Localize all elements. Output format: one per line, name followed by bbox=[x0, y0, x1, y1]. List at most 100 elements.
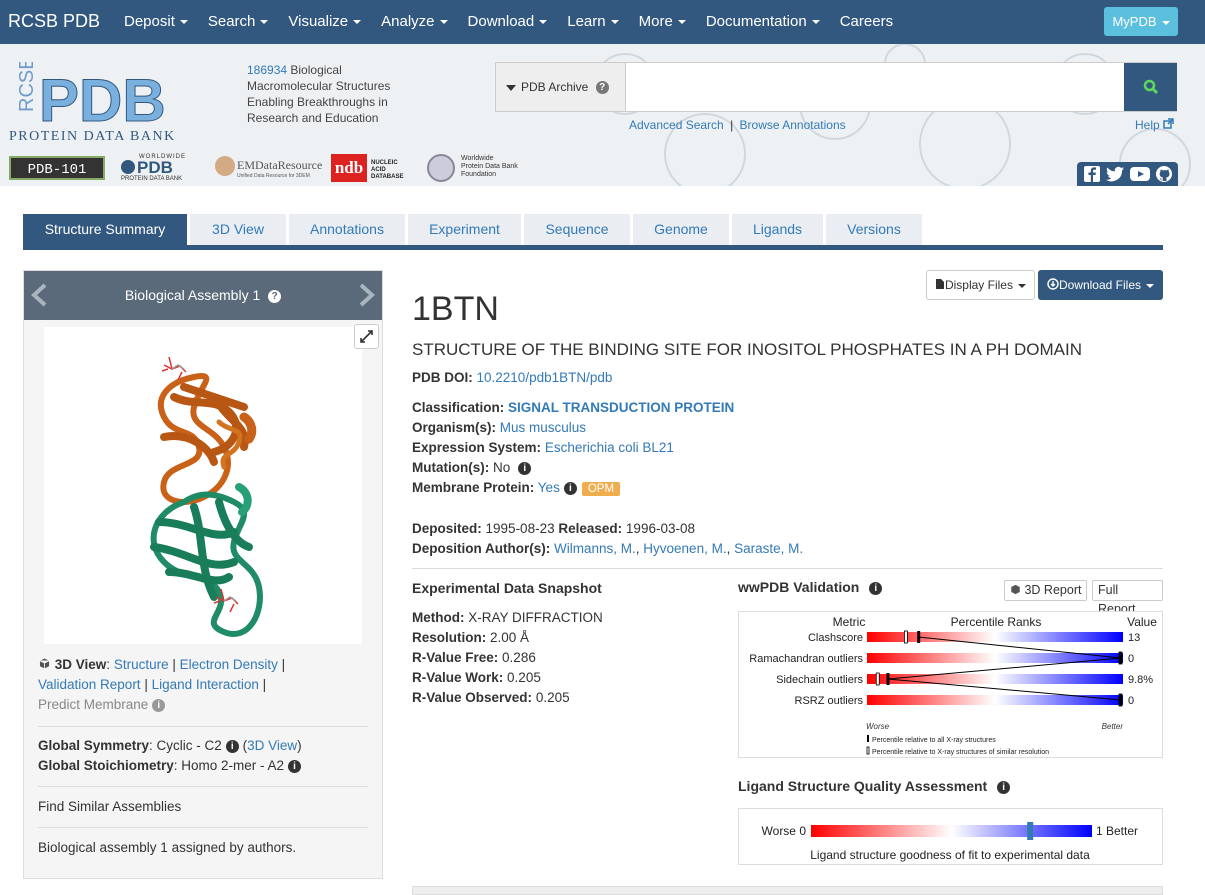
nav-deposit[interactable]: Deposit bbox=[114, 0, 198, 44]
info-icon[interactable]: i bbox=[288, 759, 302, 773]
metric-value: 9.8% bbox=[1128, 674, 1153, 686]
ligand-worse-label: Worse 0 bbox=[762, 824, 807, 838]
metric-name: RSRZ outliers bbox=[795, 695, 864, 707]
global-symmetry: Global Symmetry: Cyclic - C2 i (3D View) bbox=[38, 738, 302, 753]
metric-column-header: Metric bbox=[833, 615, 866, 629]
info-icon[interactable]: i bbox=[997, 780, 1011, 794]
nav-search[interactable]: Search bbox=[198, 0, 279, 44]
symmetry-3d-view-link[interactable]: 3D View bbox=[247, 738, 297, 753]
rwork-row: R-Value Work: 0.205 bbox=[412, 670, 541, 685]
advanced-search-link[interactable]: Advanced Search bbox=[629, 118, 724, 132]
help-link[interactable]: Help bbox=[1135, 118, 1174, 132]
divider bbox=[38, 786, 368, 787]
global-stoichiometry: Global Stoichiometry: Homo 2-mer - A2 i bbox=[38, 756, 302, 776]
nav-careers[interactable]: Careers bbox=[830, 0, 903, 44]
legend-similar-label: Percentile relative to X-ray structures … bbox=[872, 749, 1049, 756]
3d-report-button[interactable]: 3D Report bbox=[1004, 580, 1088, 601]
search-input[interactable] bbox=[627, 63, 1123, 111]
expression-system-link[interactable]: Escherichia coli BL21 bbox=[545, 440, 674, 455]
tab-versions[interactable]: Versions bbox=[826, 214, 922, 245]
assembly-note: Biological assembly 1 assigned by author… bbox=[38, 840, 297, 855]
search-scope-dropdown[interactable]: PDB Archive ? bbox=[496, 63, 626, 111]
info-icon[interactable]: i bbox=[225, 739, 239, 753]
method-row: Method: X-RAY DIFFRACTION bbox=[412, 610, 603, 625]
search-button[interactable] bbox=[1124, 63, 1177, 111]
tab-ligands[interactable]: Ligands bbox=[732, 214, 823, 245]
doi-link[interactable]: 10.2210/pdb1BTN/pdb bbox=[477, 370, 613, 385]
info-icon[interactable]: i bbox=[869, 581, 883, 595]
cube-icon bbox=[39, 657, 50, 670]
tab-structure-summary[interactable]: Structure Summary bbox=[23, 214, 187, 245]
wwpdb-validation: wwPDB Validation i 3D Report Full Report… bbox=[738, 579, 1163, 758]
pdb-logo[interactable]: RCSB PDB PROTEIN DATA BANK bbox=[9, 62, 239, 142]
classification-link[interactable]: SIGNAL TRANSDUCTION PROTEIN bbox=[508, 400, 734, 415]
display-files-button[interactable]: Display Files bbox=[925, 270, 1035, 300]
facebook-icon[interactable] bbox=[1083, 165, 1101, 183]
download-files-button[interactable]: Download Files bbox=[1037, 270, 1163, 300]
assembly-header: Biological Assembly 1 ? bbox=[24, 271, 382, 320]
expand-viewer-button[interactable] bbox=[354, 324, 379, 349]
nav-download[interactable]: Download bbox=[458, 0, 558, 44]
legend-all-label: Percentile relative to all X-ray structu… bbox=[872, 737, 996, 744]
structure-link[interactable]: Structure bbox=[114, 657, 169, 672]
ligand-quality-chart: Worse 0 1 Better Ligand structure goodne… bbox=[738, 808, 1163, 865]
chevron-down-icon bbox=[811, 20, 820, 25]
nav-visualize[interactable]: Visualize bbox=[278, 0, 371, 44]
tab-3d-view[interactable]: 3D View bbox=[190, 214, 286, 245]
youtube-icon[interactable] bbox=[1129, 165, 1151, 183]
ndb-logo[interactable]: ndb NUCLEIC ACID DATABASE bbox=[331, 154, 411, 182]
organism-link[interactable]: Mus musculus bbox=[500, 420, 586, 435]
github-icon[interactable] bbox=[1155, 165, 1173, 183]
electron-density-link[interactable]: Electron Density bbox=[180, 657, 278, 672]
ligand-caption: Ligand structure goodness of fit to expe… bbox=[810, 848, 1090, 862]
wwpdb-foundation-logo[interactable]: Worldwide Protein Data Bank Foundation bbox=[427, 154, 527, 182]
browse-annotations-link[interactable]: Browse Annotations bbox=[740, 118, 846, 132]
help-circle-icon[interactable]: ? bbox=[268, 289, 282, 303]
site-tagline: 186934 Biological Macromolecular Structu… bbox=[247, 63, 391, 125]
nav-learn[interactable]: Learn bbox=[557, 0, 628, 44]
chevron-down-icon bbox=[353, 20, 362, 25]
organism-row: Organism(s): Mus musculus bbox=[412, 420, 587, 435]
nav-documentation[interactable]: Documentation bbox=[696, 0, 830, 44]
membrane-yes-link[interactable]: Yes bbox=[538, 480, 560, 495]
info-icon[interactable]: i bbox=[563, 481, 577, 495]
emdataresource-logo[interactable]: EMDataResource Unified Data Resource for… bbox=[215, 154, 322, 182]
tab-experiment[interactable]: Experiment bbox=[408, 214, 521, 245]
author-link[interactable]: Wilmanns, M. bbox=[554, 541, 636, 556]
tab-sequence[interactable]: Sequence bbox=[524, 214, 630, 245]
structure-count-link[interactable]: 186934 bbox=[247, 63, 287, 77]
nav-analyze[interactable]: Analyze bbox=[371, 0, 457, 44]
info-icon[interactable]: i bbox=[518, 461, 532, 475]
pdb101-logo[interactable]: PDB-101 bbox=[9, 156, 105, 180]
twitter-icon[interactable] bbox=[1105, 165, 1125, 183]
caret-down-icon bbox=[506, 84, 516, 91]
svg-text:PROTEIN DATA BANK: PROTEIN DATA BANK bbox=[9, 129, 176, 142]
info-icon[interactable]: i bbox=[152, 698, 166, 712]
full-report-button[interactable]: Full Report bbox=[1092, 580, 1163, 616]
help-circle-icon[interactable]: ? bbox=[595, 81, 609, 95]
pdb-id: 1BTN bbox=[412, 290, 499, 328]
chevron-right-icon[interactable] bbox=[357, 283, 377, 307]
mypdb-button[interactable]: MyPDB bbox=[1104, 7, 1178, 36]
brand-link[interactable]: RCSB PDB bbox=[8, 11, 100, 32]
ligand-interaction-link[interactable]: Ligand Interaction bbox=[152, 677, 259, 692]
top-navbar: RCSB PDB Deposit Search Visualize Analyz… bbox=[0, 0, 1205, 44]
dates-row: Deposited: 1995-08-23 Released: 1996-03-… bbox=[412, 521, 695, 536]
percentile-bar bbox=[867, 674, 1123, 684]
molecule-viewer-image[interactable] bbox=[44, 327, 362, 644]
tab-annotations[interactable]: Annotations bbox=[289, 214, 405, 245]
find-similar-assemblies-link[interactable]: Find Similar Assemblies bbox=[38, 797, 181, 817]
author-link[interactable]: Hyvoenen, M. bbox=[643, 541, 726, 556]
wwpdb-logo[interactable]: WORLDWIDE PDB PROTEIN DATA BANK bbox=[121, 154, 199, 182]
structure-title: STRUCTURE OF THE BINDING SITE FOR INOSIT… bbox=[412, 340, 1083, 359]
divider bbox=[38, 726, 368, 727]
validation-report-link[interactable]: Validation Report bbox=[38, 677, 141, 692]
metric-name: Clashscore bbox=[808, 632, 863, 644]
author-link[interactable]: Saraste, M. bbox=[734, 541, 803, 556]
tab-genome[interactable]: Genome bbox=[633, 214, 729, 245]
chevron-left-icon[interactable] bbox=[29, 283, 49, 307]
search-bar: PDB Archive ? bbox=[495, 62, 1177, 112]
ligand-quality: Ligand Structure Quality Assessment i Wo… bbox=[738, 778, 1163, 865]
nav-more[interactable]: More bbox=[629, 0, 696, 44]
opm-badge[interactable]: OPM bbox=[581, 482, 621, 496]
